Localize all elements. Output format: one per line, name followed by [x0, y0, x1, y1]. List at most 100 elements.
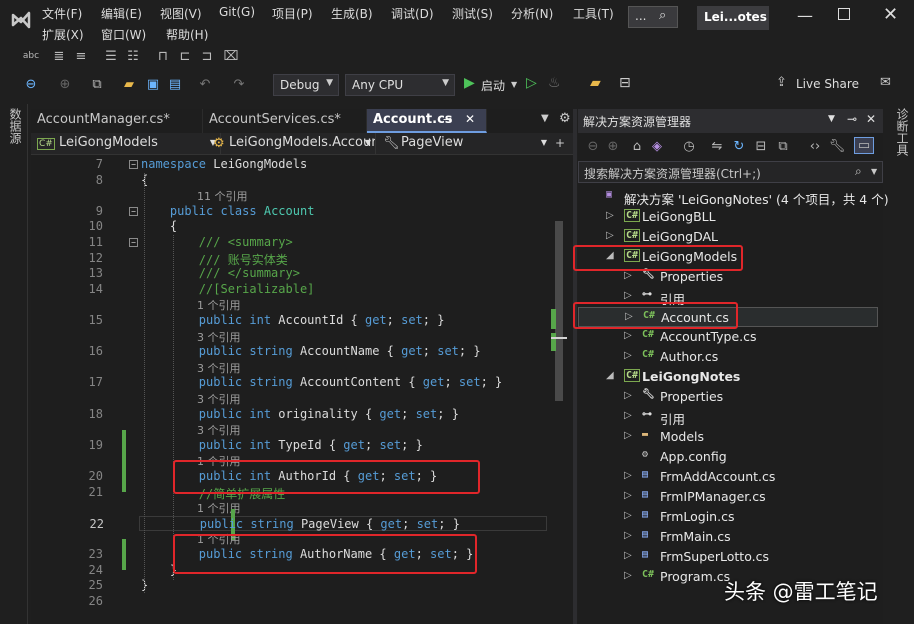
tree-item[interactable]: ▷ ▤ FrmMain.cs [578, 527, 878, 547]
spell-check-icon[interactable]: abc [22, 51, 40, 61]
tree-item[interactable]: ▷ ▤ FrmAddAccount.cs [578, 467, 878, 487]
editor-scrollbar[interactable] [551, 155, 567, 624]
expand-icon[interactable]: ▷ [624, 470, 632, 481]
maximize-button[interactable] [838, 8, 850, 20]
menu-project[interactable]: 项目(P) [272, 5, 313, 22]
tree-item[interactable]: ▷ ▤ FrmLogin.cs [578, 507, 878, 527]
undo-icon[interactable]: ↶ [196, 77, 214, 92]
config-select[interactable]: Debug ▼ [273, 74, 339, 96]
forward-icon[interactable]: ⊕ [604, 139, 622, 154]
start-label[interactable]: 启动 [481, 77, 505, 94]
solution-search-input[interactable]: 搜索解决方案资源管理器(Ctrl+;) ⌕ ▼ [578, 161, 883, 183]
menu-analyze[interactable]: 分析(N) [511, 5, 553, 22]
pin-icon[interactable]: ⊸ [443, 113, 452, 126]
tree-item[interactable]: ▷ C# LeiGongDAL [578, 227, 878, 247]
expand-icon[interactable]: ▷ [624, 270, 632, 281]
menu-debug[interactable]: 调试(D) [391, 5, 434, 22]
chevron-down-icon[interactable]: ▼ [871, 167, 877, 176]
start-icon[interactable]: ▶ [464, 75, 475, 91]
split-editor-icon[interactable]: + [555, 136, 565, 150]
minimize-button[interactable]: — [797, 6, 813, 25]
menu-git[interactable]: Git(G) [219, 5, 255, 19]
reference-count[interactable]: 3 个引用 [197, 422, 241, 438]
preview-icon[interactable]: ▭ [854, 137, 874, 154]
expand-icon[interactable]: ▷ [624, 570, 632, 581]
code-icon[interactable]: ‹› [806, 139, 824, 154]
new-project-icon[interactable]: ⧉ [88, 77, 106, 92]
reference-count[interactable]: 3 个引用 [197, 391, 241, 407]
tab-account[interactable]: Account.cs ⊸ ✕ [367, 109, 487, 133]
refresh-icon[interactable]: ↻ [730, 139, 748, 154]
comment-icon[interactable]: ☰ [102, 49, 120, 64]
tree-item[interactable]: ▷ 🔧︎ Properties [578, 387, 878, 407]
pin-icon[interactable]: ⊸ [847, 112, 857, 126]
menu-test[interactable]: 测试(S) [452, 5, 493, 22]
tab-account-services[interactable]: AccountServices.cs* [203, 109, 367, 133]
close-button[interactable]: ✕ [883, 4, 898, 25]
menu-edit[interactable]: 编辑(E) [101, 5, 142, 22]
expand-icon[interactable]: ▷ [606, 230, 614, 241]
tab-account-manager[interactable]: AccountManager.cs* [31, 109, 203, 133]
pending-changes-icon[interactable]: ◷ [680, 139, 698, 154]
next-bookmark-icon[interactable]: ⊐ [198, 49, 216, 64]
tab-list-chevron-icon[interactable]: ▼ [541, 113, 549, 124]
bookmark-icon[interactable]: ⊓ [154, 49, 172, 64]
menu-help[interactable]: 帮助(H) [166, 26, 208, 43]
hot-reload-icon[interactable]: ♨ [548, 75, 561, 91]
collapse-all-icon[interactable]: ⊟ [752, 139, 770, 154]
save-icon[interactable]: ▣ [144, 77, 162, 92]
switch-views-icon[interactable]: ◈ [648, 139, 666, 154]
expand-icon[interactable]: ▷ [624, 290, 632, 301]
start-without-debug-icon[interactable]: ▷ [526, 75, 537, 91]
expand-icon[interactable]: ▷ [624, 330, 632, 341]
clear-bookmarks-icon[interactable]: ⌧ [222, 49, 240, 64]
tree-item[interactable]: ▷ ▬ Models [578, 427, 878, 447]
tree-item[interactable]: ▣ 解决方案 'LeiGongNotes' (4 个项目，共 4 个) [578, 187, 889, 207]
feedback-icon[interactable]: ✉ [880, 75, 891, 90]
chevron-down-icon[interactable]: ▼ [828, 114, 835, 124]
collapse-icon[interactable]: ◢ [606, 370, 614, 381]
reference-count[interactable]: 3 个引用 [197, 329, 241, 345]
tree-item[interactable]: ▷ C# Author.cs [578, 347, 878, 367]
tree-item[interactable]: ▷ ▤ FrmSuperLotto.cs [578, 547, 878, 567]
uncomment-icon[interactable]: ☷ [124, 49, 142, 64]
tree-item[interactable]: ⚙ App.config [578, 447, 878, 467]
outdent-icon[interactable]: ≡ [72, 49, 90, 64]
back-icon[interactable]: ⊖ [584, 139, 602, 154]
close-icon[interactable]: ✕ [866, 112, 876, 126]
menu-extensions[interactable]: 扩展(X) [42, 26, 84, 43]
menu-tools[interactable]: 工具(T) [573, 5, 614, 22]
live-share-button[interactable]: Live Share [796, 77, 859, 91]
reference-count[interactable]: 11 个引用 [197, 188, 248, 204]
close-tab-icon[interactable]: ✕ [465, 112, 475, 126]
tree-item[interactable]: ▷ C# LeiGongBLL [578, 207, 878, 227]
expand-icon[interactable]: ▷ [624, 390, 632, 401]
tree-item[interactable]: ▷ C# AccountType.cs [578, 327, 878, 347]
expand-icon[interactable]: ▷ [624, 550, 632, 561]
forward-icon[interactable]: ⊕ [56, 77, 74, 92]
collapse-icon[interactable]: − [129, 206, 138, 216]
prev-bookmark-icon[interactable]: ⊏ [176, 49, 194, 64]
collapse-icon[interactable]: − [129, 238, 138, 247]
back-icon[interactable]: ⊖ [22, 77, 40, 92]
pane-splitter[interactable] [573, 109, 577, 624]
tree-item[interactable]: ▷ ⊶ 引用 [578, 407, 878, 427]
expand-icon[interactable]: ▷ [624, 350, 632, 361]
indent-icon[interactable]: ≣ [50, 49, 68, 64]
search-box[interactable]: ... ⌕ [628, 6, 678, 28]
tree-item[interactable]: ▷ ▤ FrmIPManager.cs [578, 487, 878, 507]
diagnostic-tools-tab[interactable]: 诊断工具 [894, 108, 911, 156]
folder-icon[interactable]: ▰ [590, 75, 601, 91]
tree-item[interactable]: ◢ C# LeiGongNotes [578, 367, 878, 387]
save-all-icon[interactable]: ▤ [166, 77, 184, 92]
menu-file[interactable]: 文件(F) [42, 5, 82, 22]
window-layout-icon[interactable]: ⊟ [619, 75, 631, 91]
reference-count[interactable]: 1 个引用 [197, 297, 241, 313]
expand-icon[interactable]: ▷ [624, 510, 632, 521]
expand-icon[interactable]: ▷ [624, 490, 632, 501]
gear-icon[interactable]: ⚙ [559, 111, 571, 126]
menu-view[interactable]: 视图(V) [160, 5, 202, 22]
menu-build[interactable]: 生成(B) [331, 5, 373, 22]
data-sources-tab[interactable]: 数据源 [7, 108, 24, 144]
chevron-down-icon[interactable]: ▼ [511, 80, 517, 89]
